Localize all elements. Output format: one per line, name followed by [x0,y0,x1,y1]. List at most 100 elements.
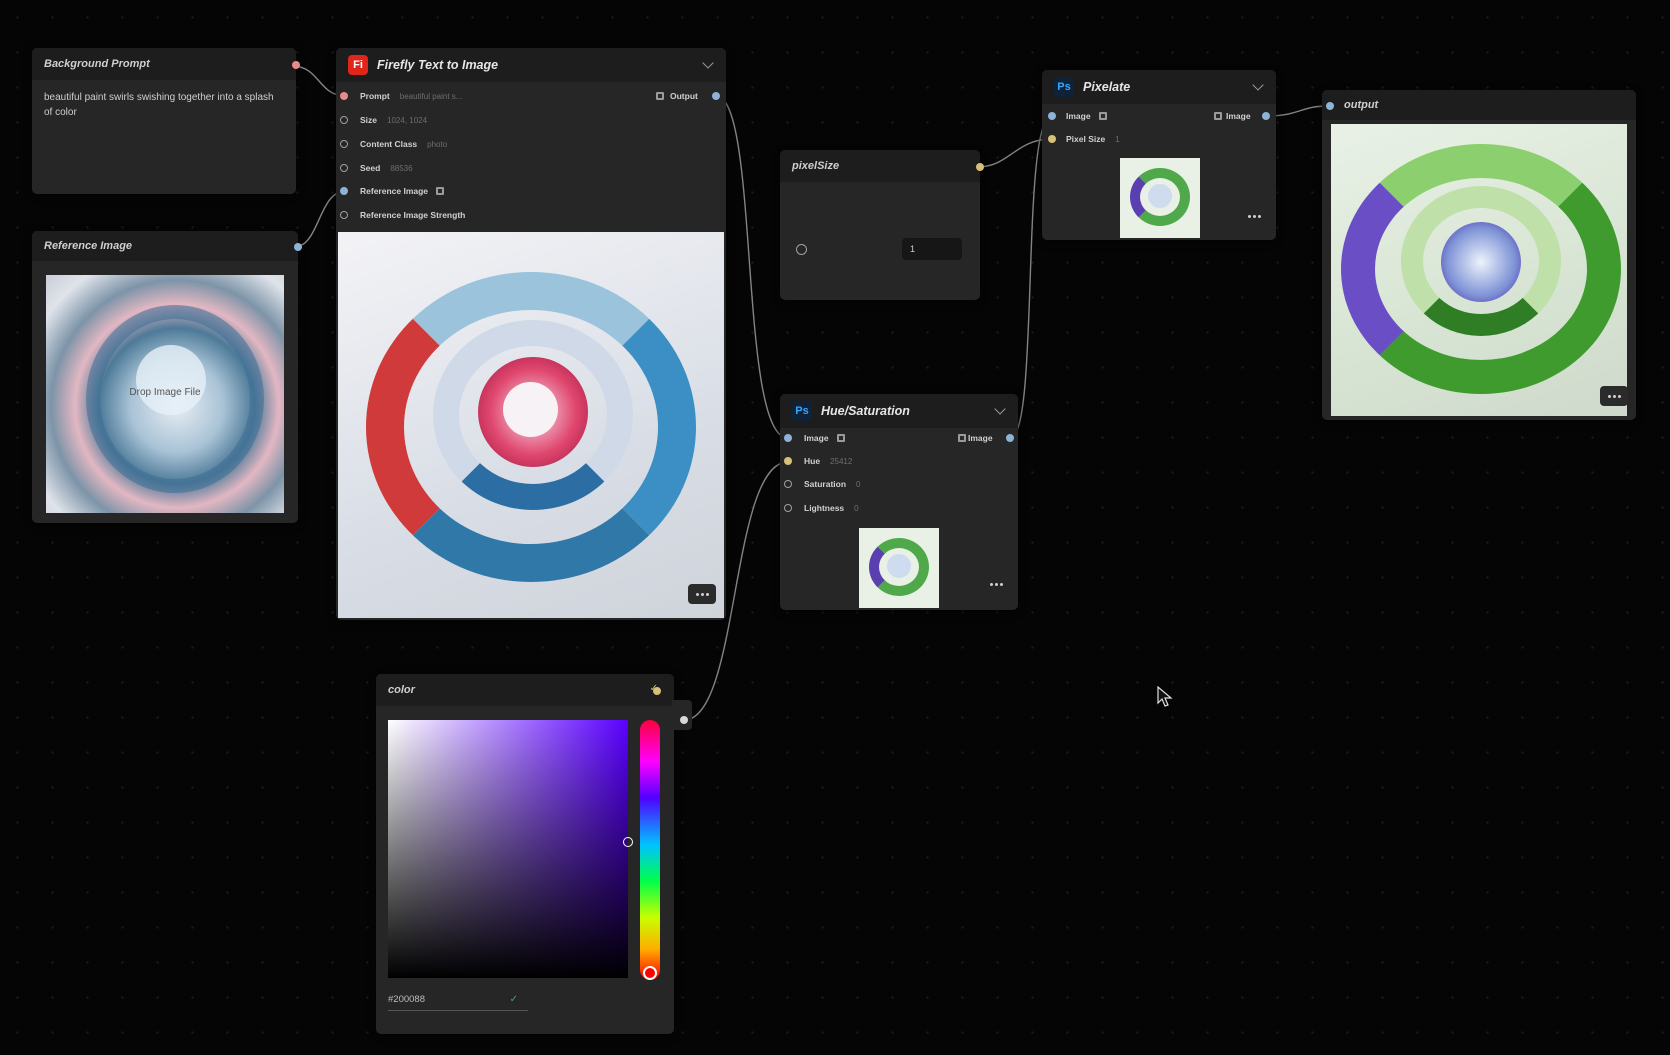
param-hue[interactable]: Hue 25412 [780,453,852,469]
param-prompt[interactable]: Prompt beautiful paint s... Output [336,88,726,104]
firefly-text-to-image-node[interactable]: Fi Firefly Text to Image Prompt beautifu… [336,48,726,620]
checkmark-icon[interactable]: ✓ [510,990,518,1010]
firefly-output-port[interactable] [712,92,720,100]
hue-slider-handle[interactable] [643,966,657,980]
param-label: Prompt [360,91,390,101]
chevron-down-icon[interactable] [994,403,1006,415]
saturation-value-field[interactable] [388,720,633,978]
color-header[interactable]: color ✓ [376,674,674,706]
more-button[interactable] [982,574,1010,594]
port-lightness[interactable] [784,504,792,512]
output-header[interactable]: output [1322,90,1636,120]
port-saturation[interactable] [784,480,792,488]
port-reference-image[interactable] [340,187,348,195]
param-label: Pixel Size [1066,134,1106,144]
param-lightness[interactable]: Lightness 0 [780,500,859,516]
chevron-down-icon[interactable] [702,57,714,69]
reference-image-header[interactable]: Reference Image [32,231,298,261]
color-settings-port[interactable] [653,687,661,695]
hex-input[interactable]: #200088 ✓ [388,990,528,1011]
node-title: output [1344,99,1379,111]
hue-saturation-header[interactable]: Ps Hue/Saturation [780,394,1018,428]
reference-image-preview[interactable]: Drop Image File [46,275,284,513]
output-label: Image [968,433,993,443]
pixelate-header[interactable]: Ps Pixelate [1042,70,1276,104]
pixelate-pixel-size-row[interactable]: Pixel Size 1 [1042,131,1120,147]
prompt-output-port[interactable] [292,61,300,69]
pixelate-image-row[interactable]: Image Image [1042,108,1276,124]
image-port-icon [1214,112,1222,120]
port-prompt[interactable] [340,92,348,100]
firefly-generated-image[interactable] [338,232,724,618]
node-title: color [388,684,415,696]
prompt-textarea[interactable]: beautiful paint swirls swishing together… [32,80,286,130]
pixel-size-output-port[interactable] [976,163,984,171]
param-label: Lightness [804,503,845,513]
hue-input-port[interactable] [784,434,792,442]
pixelate-node[interactable]: Ps Pixelate Image Image Pixel Size 1 [1042,70,1276,240]
param-seed[interactable]: Seed 88536 [336,160,413,176]
param-value[interactable]: 0 [854,504,858,513]
image-port-icon [436,187,445,195]
reference-output-port[interactable] [294,243,302,251]
output-image[interactable] [1331,124,1627,416]
color-picker-handle[interactable] [623,837,633,847]
wire-output-to-hue [715,95,789,439]
hue-slider[interactable] [640,720,660,980]
param-value[interactable]: 1024, 1024 [387,116,427,125]
node-title: Pixelate [1083,80,1131,94]
param-content-class[interactable]: Content Class photo [336,136,447,152]
output-label: Image [1226,111,1251,121]
port-size[interactable] [340,116,348,124]
output-input-port[interactable] [1326,102,1334,110]
param-value[interactable]: photo [427,140,447,149]
param-reference-image[interactable]: Reference Image [336,183,445,199]
param-value[interactable]: 25412 [830,457,852,466]
pixelate-thumbnail[interactable] [1120,158,1200,238]
input-label: Image [804,433,829,443]
param-size[interactable]: Size 1024, 1024 [336,112,427,128]
swirl-core [503,382,558,437]
pixelate-output-port[interactable] [1262,112,1270,120]
firefly-header[interactable]: Fi Firefly Text to Image [336,48,726,82]
output-label: Output [670,91,698,101]
chevron-down-icon[interactable] [1252,79,1264,91]
port-reference-strength[interactable] [340,211,348,219]
port-content-class[interactable] [340,140,348,148]
more-button[interactable] [1600,386,1628,406]
port-seed[interactable] [340,164,348,172]
param-label: Content Class [360,139,418,149]
image-port-icon [836,434,845,442]
background-prompt-header[interactable]: Background Prompt [32,48,296,80]
reference-image-node[interactable]: Reference Image Drop Image File [32,231,302,523]
param-value[interactable]: 1 [1115,135,1119,144]
pixelate-pixel-size-port[interactable] [1048,135,1056,143]
pixel-size-slider-handle[interactable] [796,244,807,255]
hue-saturation-node[interactable]: Ps Hue/Saturation Image Image Hue 25412 … [780,394,1018,610]
param-label: Saturation [804,479,847,489]
node-title: Firefly Text to Image [377,58,499,72]
pixelate-input-port[interactable] [1048,112,1056,120]
hue-output-port[interactable] [1006,434,1014,442]
image-port-icon [958,434,966,442]
reference-swirl-inner [136,345,206,415]
hue-saturation-thumbnail[interactable] [859,528,939,608]
port-hue[interactable] [784,457,792,465]
pixel-size-header[interactable]: pixelSize [780,150,980,182]
pixel-size-input[interactable]: 1 [902,238,962,260]
pixel-size-node[interactable]: pixelSize 1 [780,150,984,300]
color-output-tab [672,700,692,730]
output-node[interactable]: output [1322,90,1636,420]
hue-image-row[interactable]: Image Image [780,430,1018,446]
param-value[interactable]: beautiful paint s... [400,92,463,101]
param-saturation[interactable]: Saturation 0 [780,476,860,492]
param-value[interactable]: 88536 [390,164,412,173]
color-node[interactable]: color ✓ #200088 ✓ [376,674,692,1034]
param-value[interactable]: 0 [856,480,860,489]
image-port-icon [656,92,664,100]
param-reference-strength[interactable]: Reference Image Strength [336,207,465,223]
background-prompt-node[interactable]: Background Prompt beautiful paint swirls… [32,48,300,194]
more-button[interactable] [688,584,716,604]
color-output-port[interactable] [680,716,688,724]
more-button[interactable] [1240,206,1268,226]
